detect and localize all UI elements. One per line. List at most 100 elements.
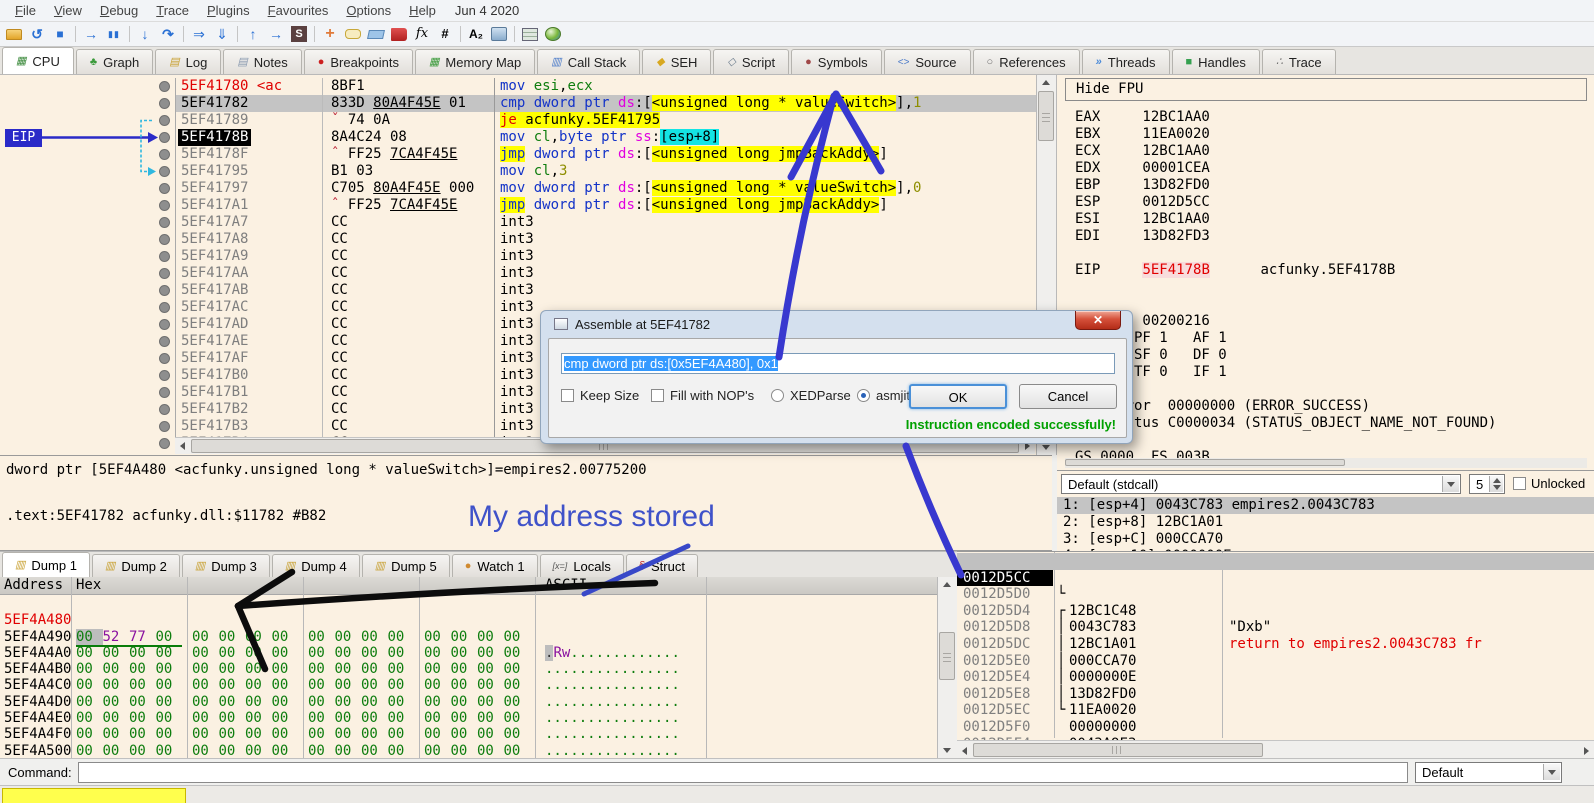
- view-tab[interactable]: ○References: [973, 49, 1080, 74]
- dump-tab[interactable]: ▥Dump 4: [272, 554, 360, 577]
- stack-hscrollbar[interactable]: [957, 740, 1594, 758]
- stack-row[interactable]: 0012D5F4 0000000E: [957, 719, 1594, 736]
- breakpoint-dot[interactable]: [159, 438, 170, 449]
- view-tab[interactable]: ▤Notes: [223, 49, 301, 74]
- cancel-button[interactable]: Cancel: [1019, 384, 1117, 409]
- dump-row[interactable]: 5EF4A4D0 0000000000000000000000000000000…: [0, 678, 937, 694]
- register-line[interactable]: ECX 12BC1AA0: [1075, 143, 1210, 160]
- menu-item[interactable]: View: [45, 1, 91, 20]
- stack-row[interactable]: 0012D5F0 00000001: [957, 702, 1594, 719]
- toolbar-icon[interactable]: [391, 28, 407, 41]
- breakpoint-dot[interactable]: [159, 251, 170, 262]
- fill-nops-checkbox[interactable]: [651, 389, 664, 402]
- breakpoint-dot[interactable]: [159, 115, 170, 126]
- disasm-row[interactable]: 5EF417A1 ˆ FF25 7CA4F45E jmp dword ptr d…: [0, 197, 1036, 214]
- register-line[interactable]: EIP 5EF4178B acfunky.5EF4178B: [1075, 262, 1395, 279]
- view-tab[interactable]: ♣Graph: [76, 49, 153, 74]
- view-tab[interactable]: ▥Call Stack: [537, 49, 640, 74]
- toolbar-icon[interactable]: ↑: [245, 26, 261, 42]
- breakpoint-dot[interactable]: [159, 166, 170, 177]
- breakpoint-dot[interactable]: [159, 132, 170, 143]
- toolbar-icon[interactable]: ▮▮: [106, 26, 122, 42]
- toolbar-icon[interactable]: [75, 26, 76, 42]
- menu-item[interactable]: Trace: [147, 1, 198, 20]
- stack-row[interactable]: 0012D5CC └ 12BC1C48 "Dxb": [957, 553, 1594, 570]
- dump-row[interactable]: 5EF4A4F0 0000000000000000000000000000000…: [0, 710, 937, 726]
- view-tab[interactable]: »Threads: [1082, 49, 1170, 74]
- toolbar-icon[interactable]: ↺: [29, 26, 45, 42]
- stack-row[interactable]: 0012D5D4 │ 12BC1A01: [957, 586, 1594, 603]
- stack-row[interactable]: 0012D5E8 └ 00000000: [957, 669, 1594, 686]
- breakpoint-dot[interactable]: [159, 149, 170, 160]
- dump-row[interactable]: 5EF4A510 0000000000000000000000000000000…: [0, 743, 937, 758]
- toolbar-icon[interactable]: [460, 26, 461, 42]
- argument-row[interactable]: 3: [esp+C] 000CCA70: [1057, 531, 1594, 548]
- stack-row[interactable]: 0012D5EC 0043A9E3 return to empires2.004…: [957, 686, 1594, 703]
- disasm-row[interactable]: 5EF41780 <ac 8BF1 mov esi,ecx: [0, 78, 1036, 95]
- stack-row[interactable]: 0012D5E4 │ 11EA0020: [957, 653, 1594, 670]
- breakpoint-dot[interactable]: [159, 302, 170, 313]
- toolbar-icon[interactable]: [345, 29, 361, 39]
- register-line[interactable]: EDX 00001CEA: [1075, 160, 1210, 177]
- disasm-row[interactable]: 5EF417A8 CC int3: [0, 231, 1036, 248]
- disasm-row[interactable]: 5EF41782 833D 80A4F45E 01 cmp dword ptr …: [0, 95, 1036, 112]
- breakpoint-dot[interactable]: [159, 217, 170, 228]
- dump-tab[interactable]: §Struct: [626, 554, 698, 577]
- view-tab[interactable]: ▦Memory Map: [415, 49, 535, 74]
- register-line[interactable]: EAX 12BC1AA0: [1075, 109, 1210, 126]
- breakpoint-dot[interactable]: [159, 234, 170, 245]
- dump-tab[interactable]: [x=]Locals: [540, 554, 624, 577]
- xedparse-radio[interactable]: [771, 389, 784, 402]
- chevron-down-icon[interactable]: [1442, 476, 1459, 492]
- toolbar-icon[interactable]: [314, 26, 315, 42]
- dump-row[interactable]: 5EF4A480 0052770000000000000000000000000…: [0, 596, 937, 612]
- registers-hscrollbar[interactable]: [1065, 458, 1587, 468]
- unlocked-checkbox[interactable]: [1513, 477, 1526, 490]
- dump-tab[interactable]: ●Watch 1: [452, 554, 538, 577]
- register-line[interactable]: EBX 11EA0020: [1075, 126, 1210, 143]
- asmjit-radio[interactable]: [857, 389, 870, 402]
- disasm-row[interactable]: 5EF41789 ˇ 74 0A je acfunky.5EF41795: [0, 112, 1036, 129]
- register-line[interactable]: ESI 12BC1AA0: [1075, 211, 1210, 228]
- menu-item[interactable]: Help: [400, 1, 445, 20]
- dump-row[interactable]: 5EF4A4A0 0000000000000000000000000000000…: [0, 629, 937, 645]
- disasm-row[interactable]: 5EF417AA CC int3: [0, 265, 1036, 282]
- dump-tab[interactable]: ▥Dump 3: [182, 554, 270, 577]
- breakpoint-dot[interactable]: [159, 370, 170, 381]
- register-line[interactable]: EBP 13D82FD0: [1075, 177, 1210, 194]
- hide-fpu-button[interactable]: Hide FPU: [1065, 78, 1587, 101]
- toolbar-icon[interactable]: ↷: [160, 26, 176, 42]
- keep-size-checkbox[interactable]: [561, 389, 574, 402]
- breakpoint-dot[interactable]: [159, 268, 170, 279]
- view-tab[interactable]: ◆SEH: [642, 49, 711, 74]
- view-tab[interactable]: ●Symbols: [791, 49, 882, 74]
- stack-panel[interactable]: 0012D5CC └ 12BC1C48 "Dxb" 0012D5D0 ┌ 004…: [957, 551, 1594, 758]
- dump-tab[interactable]: ▥Dump 5: [362, 554, 450, 577]
- toolbar-icon[interactable]: S: [291, 26, 307, 42]
- dump-row[interactable]: 5EF4A4C0 0000000000000000000000000000000…: [0, 661, 937, 677]
- menu-item[interactable]: Options: [337, 1, 400, 20]
- menu-item[interactable]: Plugins: [198, 1, 259, 20]
- toolbar-icon[interactable]: ⇒: [191, 26, 207, 42]
- view-tab[interactable]: ∴Trace: [1262, 49, 1336, 74]
- disasm-row[interactable]: 5EF4178F ˆ FF25 7CA4F45E jmp dword ptr d…: [0, 146, 1036, 163]
- toolbar-icon[interactable]: [367, 30, 385, 39]
- dump-row[interactable]: 5EF4A4B0 0000000000000000000000000000000…: [0, 645, 937, 661]
- toolbar-icon[interactable]: ⇓: [214, 26, 230, 42]
- toolbar-icon[interactable]: →: [83, 26, 99, 42]
- chevron-down-icon[interactable]: [1543, 764, 1560, 780]
- breakpoint-dot[interactable]: [159, 319, 170, 330]
- command-mode-select[interactable]: Default: [1415, 762, 1562, 783]
- breakpoint-dot[interactable]: [159, 336, 170, 347]
- arg-count-stepper[interactable]: 5: [1469, 474, 1505, 494]
- dump-vscrollbar[interactable]: [937, 577, 957, 758]
- dump-row[interactable]: 5EF4A490 0000000000000000000000000000000…: [0, 612, 937, 628]
- view-tab[interactable]: ▦CPU: [2, 47, 74, 74]
- breakpoint-dot[interactable]: [159, 200, 170, 211]
- ok-button[interactable]: OK: [909, 384, 1007, 409]
- register-line[interactable]: EDI 13D82FD3: [1075, 228, 1210, 245]
- toolbar-icon[interactable]: [514, 26, 515, 42]
- command-input[interactable]: [78, 762, 1408, 783]
- view-tab[interactable]: <>Source: [884, 49, 971, 74]
- stack-row[interactable]: 0012D5DC │ 0000000E: [957, 619, 1594, 636]
